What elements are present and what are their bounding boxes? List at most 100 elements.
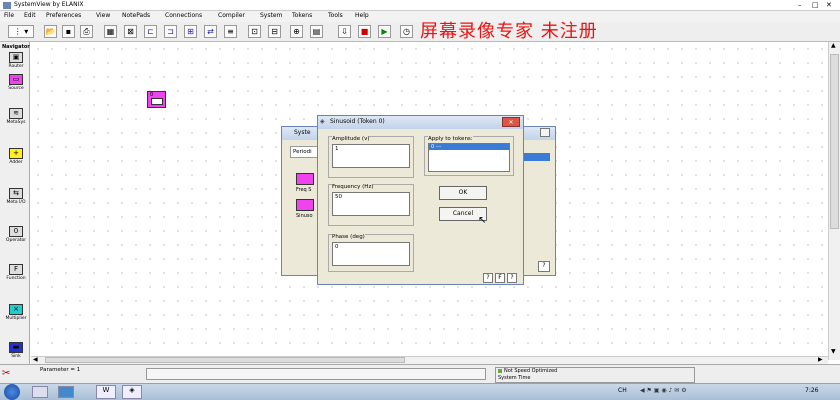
palette-item-meta-io[interactable]: ⇆ Meta I/O	[4, 188, 28, 205]
ok-button[interactable]: OK	[439, 186, 487, 200]
vertical-scroll-thumb[interactable]	[830, 54, 839, 229]
scroll-down-icon[interactable]: ▼	[831, 348, 836, 355]
taskbar-explorer-icon[interactable]	[32, 386, 48, 398]
scroll-up-icon[interactable]: ▲	[831, 42, 836, 49]
palette-label: Sink	[11, 354, 21, 359]
delete-icon[interactable]: ⊠	[124, 25, 137, 38]
amplitude-input[interactable]: 1	[332, 144, 410, 168]
dialog-close-icon[interactable]: ✕	[502, 117, 520, 127]
horizontal-scroll-thumb[interactable]	[45, 357, 405, 363]
palette-item-source[interactable]: ▭ Source	[4, 74, 28, 91]
mouse-cursor-icon: ↖	[478, 215, 487, 226]
palette-item-metasys[interactable]: ≋ MetaSys	[4, 108, 28, 125]
dialog-title: Sinusoid (Token 0)	[330, 118, 385, 125]
maximize-icon[interactable]: □	[812, 1, 819, 9]
palette-item-operator[interactable]: 0 Operator	[4, 226, 28, 243]
menu-notepads[interactable]: NotePads	[122, 12, 150, 19]
phase-input[interactable]: 0	[332, 242, 410, 266]
minimize-icon[interactable]: –	[798, 1, 802, 9]
status-bar: ✂ Parameter = 1 Not Speed Optimized Syst…	[0, 364, 840, 383]
root-locus-icon[interactable]: ⊕	[290, 25, 303, 38]
open-icon[interactable]: 📂	[44, 25, 57, 38]
menu-edit[interactable]: Edit	[24, 12, 36, 19]
token-sine-icon	[151, 98, 163, 105]
notepad-icon[interactable]: ≡	[224, 25, 237, 38]
apply-tokens-label: Apply to tokens:	[428, 136, 473, 142]
palette-label: MetaSys	[6, 120, 26, 125]
recorder-watermark: 屏幕录像专家 未注册	[420, 21, 598, 42]
menu-tokens[interactable]: Tokens	[292, 12, 312, 19]
palette-item-multiplier[interactable]: × Multiplier	[4, 304, 28, 321]
menu-compiler[interactable]: Compiler	[218, 12, 245, 19]
scroll-left-icon[interactable]: ◀	[33, 356, 38, 363]
back-dialog-help-button[interactable]: ?	[538, 261, 550, 272]
amplitude-value: 1	[335, 146, 339, 152]
dialog-function-button[interactable]: F	[495, 273, 505, 283]
sinusoid-list-icon[interactable]	[296, 199, 314, 211]
windows-taskbar: W ◈ CH ◀ ⚑ ▣ ◉ ♪ ✉ ⚙ 7:26	[0, 383, 840, 400]
connect-icon[interactable]: ⊏	[144, 25, 157, 38]
timer-icon[interactable]: ◷	[400, 25, 413, 38]
frequency-group: Frequency (Hz) 50	[328, 184, 414, 226]
back-item-2: Sinuso	[296, 213, 313, 219]
palette-header: Navigator	[2, 44, 30, 50]
print-icon[interactable]: ⎙	[80, 25, 93, 38]
horizontal-scrollbar[interactable]: ◀ ▶	[31, 356, 828, 364]
taskbar-systemview-icon[interactable]: ◈	[122, 385, 142, 399]
palette-item-router[interactable]: ▣ Router	[4, 52, 28, 69]
toolbar-dropdown-button[interactable]: ⋮ ▾	[8, 25, 34, 38]
disconnect-icon[interactable]: ⊐	[164, 25, 177, 38]
status-parameter: Parameter = 1	[40, 367, 81, 373]
menu-system[interactable]: System	[260, 12, 282, 19]
palette-item-sink[interactable]: ▬ Sink	[4, 342, 28, 359]
tray-icons[interactable]: ◀ ⚑ ▣ ◉ ♪ ✉ ⚙	[640, 387, 750, 394]
frequency-input[interactable]: 50	[332, 192, 410, 216]
taskbar-word-icon[interactable]: W	[96, 385, 116, 399]
palette-label: Source	[8, 86, 24, 91]
palette-item-function[interactable]: F Function	[4, 264, 28, 281]
taskbar-media-icon[interactable]	[58, 386, 74, 398]
back-dialog-close-icon[interactable]	[540, 128, 550, 137]
compress-icon[interactable]: ⊡	[248, 25, 261, 38]
grid-icon[interactable]: ▦	[104, 25, 117, 38]
menu-connections[interactable]: Connections	[165, 12, 202, 19]
analysis-icon[interactable]: ⇩	[338, 25, 351, 38]
amplitude-label: Amplitude (v)	[332, 136, 370, 142]
window-titlebar: SystemView by ELANIX – □ ✕	[0, 0, 840, 11]
menu-preferences[interactable]: Preferences	[46, 12, 81, 19]
progress-field	[146, 368, 486, 380]
palette-label: Operator	[5, 238, 27, 243]
menu-file[interactable]: File	[4, 12, 14, 19]
palette-label: Router	[8, 64, 24, 69]
freq-token-icon[interactable]	[296, 173, 314, 185]
menu-view[interactable]: View	[96, 12, 110, 19]
dialog-help-button-2[interactable]: ?	[507, 273, 517, 283]
back-dialog-title: Syste	[294, 129, 311, 136]
expand-icon[interactable]: ⊟	[268, 25, 281, 38]
save-icon[interactable]: ▪	[62, 25, 75, 38]
menu-tools[interactable]: Tools	[328, 12, 343, 19]
close-icon[interactable]: ✕	[826, 1, 832, 9]
start-button[interactable]	[4, 384, 20, 400]
scroll-right-icon[interactable]: ▶	[818, 356, 823, 363]
delete-tool-icon[interactable]: ✂	[2, 368, 10, 379]
palette-label: Meta I/O	[6, 200, 26, 205]
run-icon[interactable]: ▶	[378, 25, 391, 38]
vertical-scrollbar[interactable]: ▲ ▼	[828, 42, 840, 360]
phase-group: Phase (deg) 0	[328, 234, 414, 272]
sinusoid-token[interactable]: 0	[147, 91, 166, 108]
reverse-icon[interactable]: ⇄	[204, 25, 217, 38]
menu-help[interactable]: Help	[355, 12, 369, 19]
palette-item-adder[interactable]: + Adder	[4, 148, 28, 165]
palette-label: Function	[6, 276, 26, 281]
dialog-help-button[interactable]: ?	[483, 273, 493, 283]
apply-tokens-item[interactable]: 0 ---	[429, 144, 509, 150]
apply-tokens-list[interactable]: 0 ---	[428, 143, 510, 172]
duplicate-icon[interactable]: ⊞	[184, 25, 197, 38]
stop-icon[interactable]: ■	[358, 25, 371, 38]
dialog-titlebar: Sinusoid (Token 0)	[318, 116, 523, 129]
phase-value: 0	[335, 244, 339, 250]
window-title: SystemView by ELANIX	[14, 1, 84, 8]
system-time-icon[interactable]: ▤	[310, 25, 323, 38]
language-indicator[interactable]: CH	[618, 387, 627, 394]
